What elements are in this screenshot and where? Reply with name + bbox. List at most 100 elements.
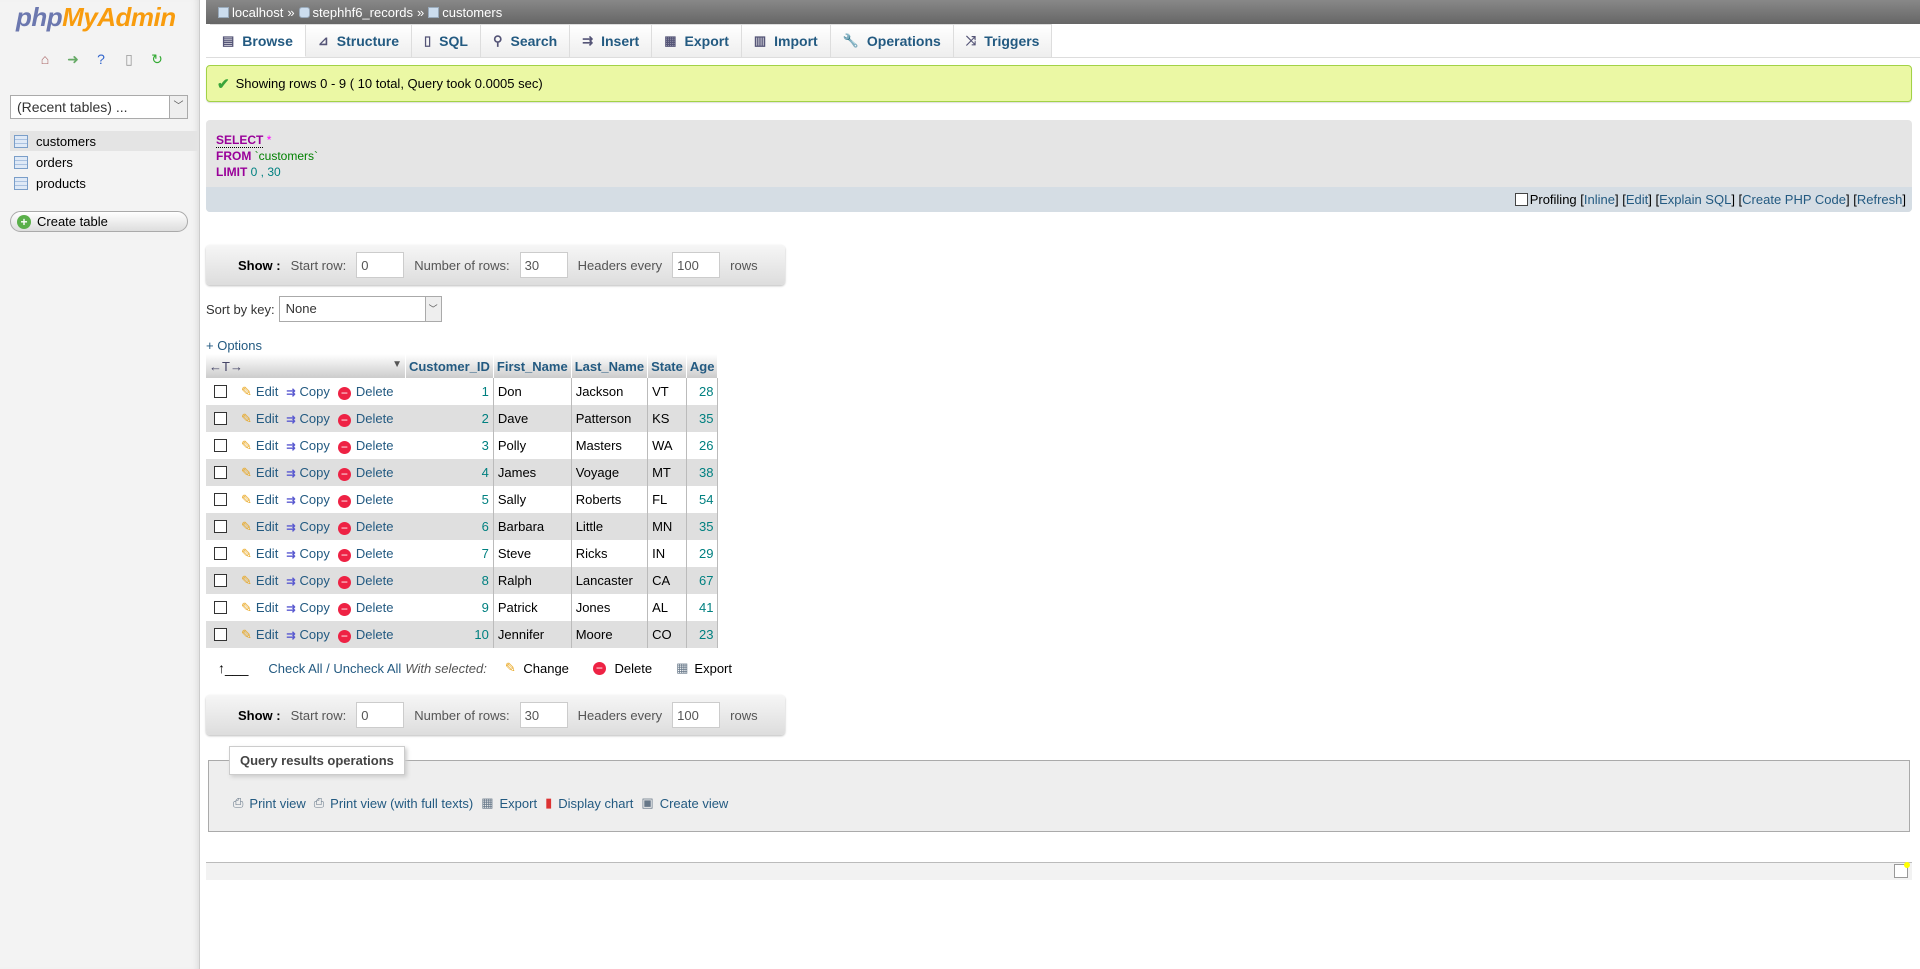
change-selected-button[interactable]: ✎ Change bbox=[505, 660, 569, 676]
copy-row-link[interactable]: ⇉ Copy bbox=[286, 492, 330, 507]
cell-state[interactable]: MN bbox=[647, 513, 687, 540]
cell-first-name[interactable]: Don bbox=[493, 378, 572, 405]
headers-every-input[interactable] bbox=[672, 252, 721, 278]
row-checkbox[interactable] bbox=[214, 492, 227, 506]
cell-age[interactable]: 54 bbox=[686, 486, 719, 513]
edit-query-link[interactable]: Edit bbox=[1626, 192, 1648, 207]
help-icon[interactable]: ? bbox=[92, 50, 110, 68]
column-header-customer-id[interactable]: Customer_ID bbox=[405, 354, 494, 378]
cell-last-name[interactable]: Voyage bbox=[571, 459, 649, 486]
row-checkbox[interactable] bbox=[214, 627, 227, 641]
sidebar-table-customers[interactable]: customers bbox=[10, 131, 198, 151]
tab-operations[interactable]: 🔧 Operations bbox=[830, 24, 954, 57]
edit-row-link[interactable]: ✎ Edit bbox=[241, 627, 278, 642]
number-of-rows-input[interactable] bbox=[519, 252, 568, 278]
copy-row-link[interactable]: ⇉ Copy bbox=[286, 384, 330, 399]
column-resize-arrows[interactable]: ←T→ bbox=[209, 359, 243, 374]
cell-first-name[interactable]: Steve bbox=[493, 540, 572, 567]
cell-first-name[interactable]: Patrick bbox=[493, 594, 572, 621]
delete-row-link[interactable]: − Delete bbox=[337, 519, 393, 535]
copy-row-link[interactable]: ⇉ Copy bbox=[286, 573, 330, 588]
cell-first-name[interactable]: Barbara bbox=[493, 513, 572, 540]
edit-row-link[interactable]: ✎ Edit bbox=[241, 519, 278, 534]
cell-state[interactable]: CA bbox=[647, 567, 687, 594]
reload-icon[interactable]: ↻ bbox=[148, 50, 166, 68]
cell-customer-id[interactable]: 3 bbox=[405, 432, 494, 459]
export-link[interactable]: ▦ Export bbox=[481, 795, 537, 811]
row-checkbox[interactable] bbox=[214, 384, 227, 398]
tab-triggers[interactable]: ⤨ Triggers bbox=[953, 24, 1053, 57]
create-table-button[interactable]: + Create table bbox=[10, 211, 188, 232]
edit-row-link[interactable]: ✎ Edit bbox=[241, 573, 278, 588]
cell-customer-id[interactable]: 10 bbox=[405, 621, 494, 648]
cell-age[interactable]: 28 bbox=[686, 378, 719, 405]
edit-row-link[interactable]: ✎ Edit bbox=[241, 546, 278, 561]
cell-first-name[interactable]: Sally bbox=[493, 486, 572, 513]
cell-state[interactable]: CO bbox=[647, 621, 687, 648]
copy-row-link[interactable]: ⇉ Copy bbox=[286, 600, 330, 615]
cell-state[interactable]: MT bbox=[647, 459, 687, 486]
home-icon[interactable]: ⌂ bbox=[36, 50, 54, 68]
cell-customer-id[interactable]: 5 bbox=[405, 486, 494, 513]
sort-by-key-select[interactable]: None ﹀ bbox=[278, 296, 442, 322]
options-link[interactable]: + Options bbox=[206, 338, 262, 353]
print-view-link[interactable]: ⎙ Print view bbox=[233, 795, 306, 811]
cell-first-name[interactable]: James bbox=[493, 459, 572, 486]
delete-row-link[interactable]: − Delete bbox=[337, 465, 393, 481]
cell-last-name[interactable]: Roberts bbox=[571, 486, 649, 513]
copy-row-link[interactable]: ⇉ Copy bbox=[286, 438, 330, 453]
cell-first-name[interactable]: Jennifer bbox=[493, 621, 572, 648]
check-all-link[interactable]: Check All / Uncheck All bbox=[268, 661, 401, 676]
delete-selected-button[interactable]: − Delete bbox=[592, 661, 652, 676]
refresh-link[interactable]: Refresh bbox=[1857, 192, 1903, 207]
phpmyadmin-logo[interactable]: phpMyAdmin bbox=[16, 2, 176, 33]
cell-age[interactable]: 41 bbox=[686, 594, 719, 621]
delete-row-link[interactable]: − Delete bbox=[337, 573, 393, 589]
cell-last-name[interactable]: Ricks bbox=[571, 540, 649, 567]
cell-state[interactable]: FL bbox=[647, 486, 687, 513]
edit-row-link[interactable]: ✎ Edit bbox=[241, 600, 278, 615]
start-row-input[interactable] bbox=[356, 252, 405, 278]
sidebar-table-products[interactable]: products bbox=[10, 173, 198, 193]
cell-age[interactable]: 29 bbox=[686, 540, 719, 567]
tab-structure[interactable]: ⊿ Structure bbox=[305, 24, 413, 57]
cell-state[interactable]: VT bbox=[647, 378, 687, 405]
explain-sql-link[interactable]: Explain SQL bbox=[1659, 192, 1731, 207]
row-checkbox[interactable] bbox=[214, 438, 227, 452]
delete-row-link[interactable]: − Delete bbox=[337, 438, 393, 454]
cell-customer-id[interactable]: 4 bbox=[405, 459, 494, 486]
copy-row-link[interactable]: ⇉ Copy bbox=[286, 519, 330, 534]
row-checkbox[interactable] bbox=[214, 600, 227, 614]
cell-customer-id[interactable]: 2 bbox=[405, 405, 494, 432]
cell-customer-id[interactable]: 1 bbox=[405, 378, 494, 405]
cell-customer-id[interactable]: 9 bbox=[405, 594, 494, 621]
cell-state[interactable]: IN bbox=[647, 540, 687, 567]
cell-last-name[interactable]: Masters bbox=[571, 432, 649, 459]
row-checkbox[interactable] bbox=[214, 573, 227, 587]
create-php-code-link[interactable]: Create PHP Code bbox=[1742, 192, 1846, 207]
create-view-link[interactable]: ▣ Create view bbox=[641, 795, 728, 811]
row-checkbox[interactable] bbox=[214, 465, 227, 479]
tab-sql[interactable]: ▯ SQL bbox=[412, 24, 481, 57]
delete-row-link[interactable]: − Delete bbox=[337, 627, 393, 643]
cell-last-name[interactable]: Jones bbox=[571, 594, 649, 621]
column-header-state[interactable]: State bbox=[647, 354, 687, 378]
print-view-full-texts-link[interactable]: ⎙ Print view (with full texts) bbox=[314, 795, 473, 811]
breadcrumb-server[interactable]: localhost bbox=[218, 5, 283, 20]
delete-row-link[interactable]: − Delete bbox=[337, 600, 393, 616]
delete-row-link[interactable]: − Delete bbox=[337, 411, 393, 427]
tab-browse[interactable]: ▤ Browse bbox=[210, 24, 306, 57]
tab-insert[interactable]: ⇉ Insert bbox=[570, 24, 653, 57]
cell-state[interactable]: WA bbox=[647, 432, 687, 459]
row-checkbox[interactable] bbox=[214, 411, 227, 425]
cell-age[interactable]: 26 bbox=[686, 432, 719, 459]
recent-tables-select[interactable]: (Recent tables) ... ﹀ bbox=[10, 95, 188, 119]
display-chart-link[interactable]: ▮ Display chart bbox=[545, 795, 633, 811]
docs-icon[interactable]: ▯ bbox=[120, 50, 138, 68]
cell-customer-id[interactable]: 8 bbox=[405, 567, 494, 594]
profiling-checkbox[interactable] bbox=[1514, 193, 1528, 206]
cell-last-name[interactable]: Moore bbox=[571, 621, 649, 648]
export-selected-button[interactable]: ▦ Export bbox=[676, 660, 732, 676]
headers-every-input[interactable] bbox=[672, 702, 721, 728]
cell-age[interactable]: 35 bbox=[686, 513, 719, 540]
